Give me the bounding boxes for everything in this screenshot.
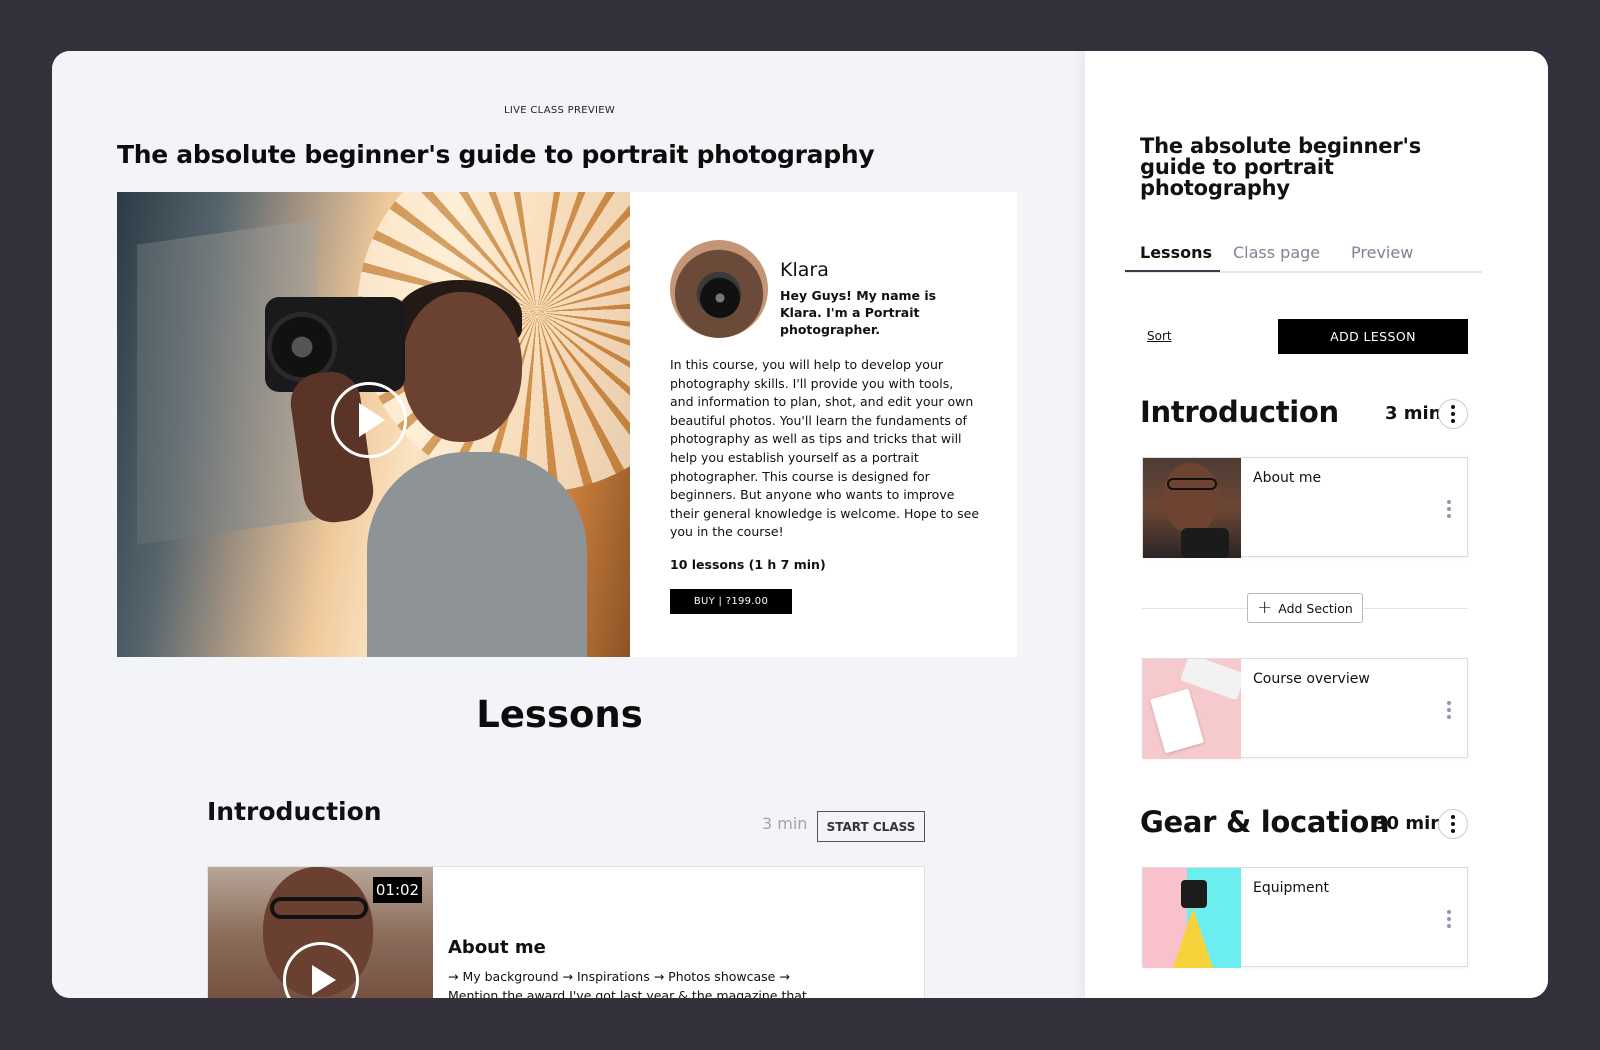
lesson-item-title: Course overview	[1253, 671, 1370, 687]
section-title: Introduction	[1140, 395, 1339, 429]
app-window: LIVE CLASS PREVIEW The absolute beginner…	[52, 51, 1548, 998]
lesson-item-title: Equipment	[1253, 880, 1329, 896]
lessons-heading: Lessons	[476, 693, 643, 736]
course-trailer-video[interactable]	[117, 192, 630, 657]
instructor-info: Klara Hey Guys! My name is Klara. I'm a …	[630, 192, 1017, 657]
thumb-notebook	[1150, 688, 1204, 754]
photographer-head	[402, 292, 522, 442]
video-duration-badge: 01:02	[373, 877, 422, 903]
tab-lessons[interactable]: Lessons	[1140, 243, 1212, 262]
more-vertical-icon	[1451, 815, 1455, 833]
buy-button[interactable]: BUY | ?199.00	[670, 589, 792, 614]
thumb-light-beam	[1173, 908, 1213, 968]
thumbnail-glasses	[270, 897, 368, 919]
instructor-name: Klara	[780, 259, 829, 281]
lesson-card[interactable]: 01:02 About me → My background → Inspira…	[207, 866, 925, 998]
editor-tabs: Lessons Class page Preview	[1125, 243, 1482, 273]
thumb-glasses	[1167, 478, 1217, 490]
thumb-camera	[1181, 880, 1207, 908]
section-duration: 3 min	[1385, 403, 1442, 424]
editor-course-title: The absolute beginner's guide to portrai…	[1140, 134, 1422, 200]
section-menu-button[interactable]	[1438, 809, 1468, 839]
section-duration: 30 min	[1374, 813, 1444, 834]
instructor-avatar	[670, 240, 768, 338]
thumb-camera	[1181, 528, 1229, 558]
start-class-button[interactable]: START CLASS	[817, 811, 925, 842]
lesson-video-thumbnail[interactable]: 01:02	[208, 867, 433, 998]
play-icon[interactable]	[331, 382, 407, 458]
instructor-bio: Hey Guys! My name is Klara. I'm a Portra…	[780, 288, 937, 337]
tab-class-page[interactable]: Class page	[1233, 243, 1320, 262]
active-tab-indicator	[1125, 270, 1220, 272]
preview-course-title: The absolute beginner's guide to portrai…	[117, 140, 875, 169]
thumb-face	[1163, 463, 1219, 533]
photographer-body	[367, 452, 587, 657]
tab-preview[interactable]: Preview	[1351, 243, 1413, 262]
live-preview-label: LIVE CLASS PREVIEW	[503, 105, 616, 116]
lesson-thumbnail	[1143, 659, 1241, 759]
section-title: Introduction	[207, 797, 382, 826]
course-hero: Klara Hey Guys! My name is Klara. I'm a …	[117, 192, 1017, 657]
add-lesson-button[interactable]: ADD LESSON	[1278, 319, 1468, 354]
sort-link[interactable]: Sort	[1147, 329, 1172, 343]
lesson-description: → My background → Inspirations → Photos …	[448, 969, 807, 998]
avatar-lens	[700, 278, 740, 318]
more-vertical-icon[interactable]	[1447, 701, 1451, 719]
course-description: In this course, you will help to develop…	[670, 357, 980, 540]
section-menu-button[interactable]	[1438, 399, 1468, 429]
lesson-item[interactable]: Equipment	[1142, 867, 1468, 968]
lesson-editor-panel: The absolute beginner's guide to portrai…	[1085, 51, 1548, 998]
lesson-title: About me	[448, 937, 546, 958]
class-preview-pane: LIVE CLASS PREVIEW The absolute beginner…	[52, 51, 1085, 998]
add-section-button[interactable]: + Add Section	[1247, 593, 1363, 623]
section-title: Gear & location	[1140, 805, 1390, 839]
lesson-item[interactable]: Course overview	[1142, 658, 1468, 759]
add-section-label: Add Section	[1278, 600, 1353, 616]
lesson-thumbnail	[1143, 868, 1241, 968]
more-vertical-icon[interactable]	[1447, 910, 1451, 928]
plus-icon: +	[1257, 597, 1273, 618]
lesson-count: 10 lessons (1 h 7 min)	[670, 557, 826, 572]
lesson-thumbnail	[1143, 458, 1241, 558]
more-vertical-icon[interactable]	[1447, 500, 1451, 518]
more-vertical-icon	[1451, 405, 1455, 423]
lesson-item[interactable]: About me	[1142, 457, 1468, 558]
section-duration: 3 min	[762, 814, 808, 833]
lesson-item-title: About me	[1253, 470, 1322, 486]
